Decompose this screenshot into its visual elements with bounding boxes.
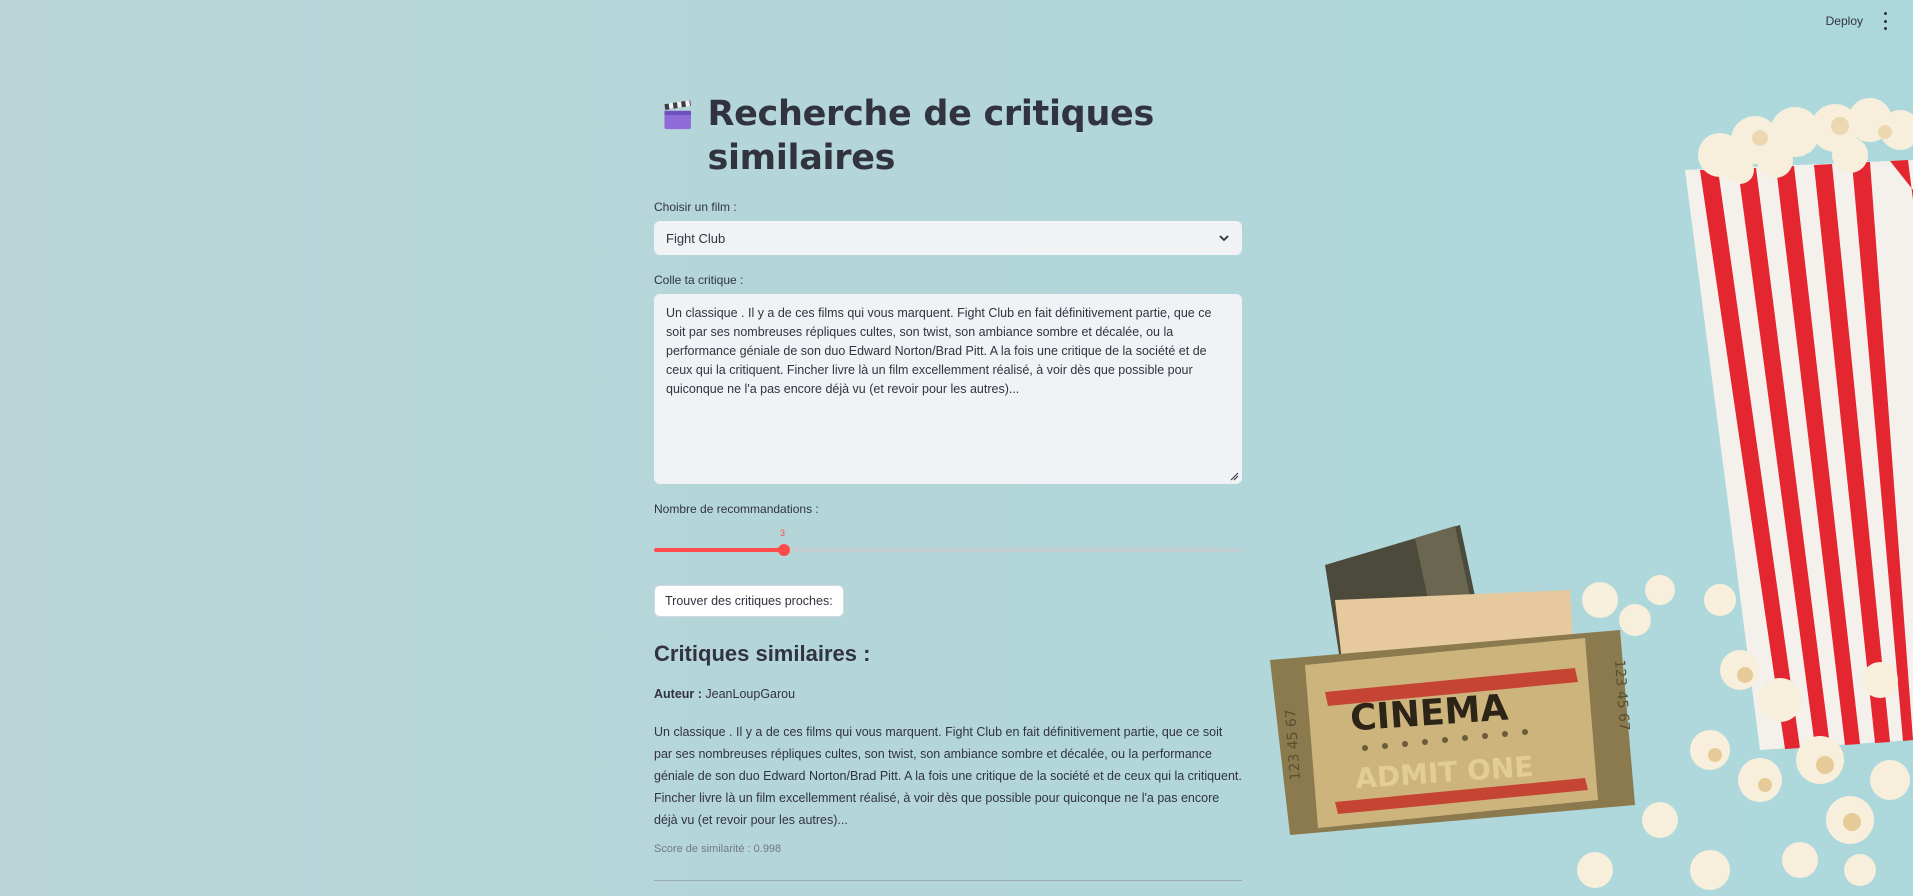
result-item: Auteur : JeanLoupGarou Un classique . Il…	[654, 687, 1242, 855]
result-author: Auteur : JeanLoupGarou	[654, 687, 1242, 701]
background-cinema-illustration: CINEMA ADMIT ONE 123 45 67 123 45 67	[1270, 98, 1913, 890]
front-ticket: CINEMA ADMIT ONE 123 45 67 123 45 67	[1270, 630, 1635, 835]
author-label: Auteur :	[654, 687, 702, 701]
recommendations-label: Nombre de recommandations :	[654, 502, 819, 516]
app-header: Deploy	[0, 0, 1913, 44]
page-header: Recherche de critiques similaires	[654, 92, 1242, 180]
film-select-value: Fight Club	[666, 230, 726, 246]
deploy-button[interactable]: Deploy	[1826, 14, 1863, 28]
slider-fill	[654, 548, 784, 552]
slider-value: 3	[780, 528, 786, 538]
critique-text: Un classique . Il y a de ces films qui v…	[666, 306, 1212, 396]
critique-textarea[interactable]: Un classique . Il y a de ces films qui v…	[654, 294, 1242, 484]
kebab-menu-icon[interactable]	[1879, 12, 1891, 30]
find-critiques-button[interactable]: Trouver des critiques proches:	[654, 585, 844, 617]
clapperboard-icon	[664, 100, 691, 130]
divider	[654, 880, 1242, 881]
main-content: Recherche de critiques similaires Choisi…	[654, 92, 1242, 855]
critique-label: Colle ta critique :	[654, 273, 744, 287]
results-heading: Critiques similaires :	[654, 641, 871, 666]
page-title: Recherche de critiques similaires	[707, 94, 1155, 178]
slider-thumb[interactable]	[778, 544, 790, 556]
result-text: Un classique . Il y a de ces films qui v…	[654, 725, 1242, 827]
chevron-down-icon	[1219, 235, 1229, 242]
film-select[interactable]: Fight Club	[654, 221, 1242, 255]
film-select-label: Choisir un film :	[654, 200, 737, 214]
similarity-score: Score de similarité : 0.998	[654, 843, 782, 855]
author-name: JeanLoupGarou	[705, 687, 796, 701]
resize-handle-icon[interactable]	[1230, 472, 1239, 481]
recommendations-slider[interactable]: 3	[654, 523, 1242, 563]
popcorn-box	[1685, 98, 1913, 750]
